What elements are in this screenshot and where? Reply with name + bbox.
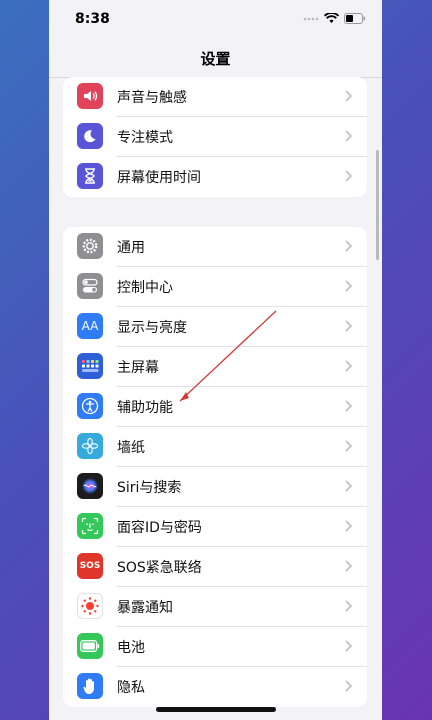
annotation-arrow [179, 310, 277, 402]
